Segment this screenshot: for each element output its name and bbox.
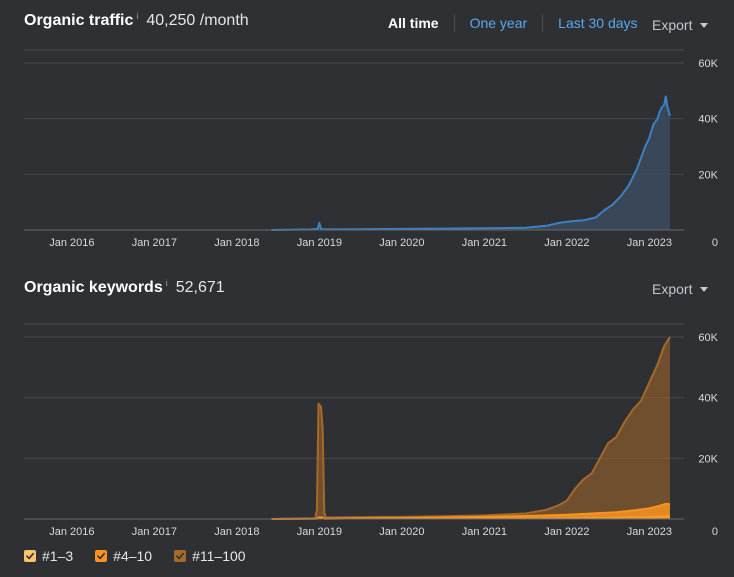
x-tick-label: Jan 2017 bbox=[132, 526, 177, 538]
legend-item-4-10[interactable]: #4–10 bbox=[95, 548, 152, 564]
y-tick-label: 60K bbox=[698, 58, 718, 70]
y-tick-label: 0 bbox=[712, 526, 718, 538]
legend-label: #4–10 bbox=[113, 548, 153, 564]
x-tick-label: Jan 2020 bbox=[379, 237, 424, 249]
legend-label: #1–3 bbox=[42, 548, 74, 564]
y-tick-label: 60K bbox=[698, 332, 718, 344]
x-tick-label: Jan 2016 bbox=[49, 237, 94, 249]
x-tick-label: Jan 2021 bbox=[462, 526, 507, 538]
x-tick-label: Jan 2018 bbox=[214, 237, 259, 249]
x-tick-label: Jan 2018 bbox=[214, 526, 259, 538]
keywords-chart: 0 20K 40K 60K Jan 2016 Jan 2017 Jan 2018 Jan 20… bbox=[24, 323, 719, 538]
x-tick-label: Jan 2019 bbox=[297, 237, 342, 249]
keywords-legend: #1–3 #4–10 #11–100 bbox=[24, 548, 268, 564]
x-tick-label: Jan 2022 bbox=[544, 237, 589, 249]
y-tick-label: 40K bbox=[698, 393, 718, 405]
x-tick-label: Jan 2021 bbox=[462, 237, 507, 249]
series-area bbox=[271, 337, 670, 519]
checkbox-checked-icon[interactable] bbox=[95, 550, 108, 562]
x-tick-label: Jan 2022 bbox=[544, 526, 589, 538]
y-tick-label: 0 bbox=[712, 237, 718, 249]
series-area bbox=[271, 96, 670, 231]
x-tick-label: Jan 2017 bbox=[132, 237, 177, 249]
x-tick-label: Jan 2023 bbox=[627, 237, 672, 249]
y-tick-label: 40K bbox=[698, 114, 718, 126]
y-tick-label: 20K bbox=[698, 169, 718, 181]
legend-item-top3[interactable]: #1–3 bbox=[24, 548, 73, 564]
x-tick-label: Jan 2020 bbox=[379, 526, 424, 538]
legend-label: #11–100 bbox=[192, 548, 246, 564]
traffic-chart: 0 20K 40K 60K Jan 2016 Jan 2017 Jan 2018 Jan 20… bbox=[24, 49, 719, 249]
y-tick-label: 20K bbox=[698, 453, 718, 465]
x-tick-label: Jan 2019 bbox=[297, 526, 342, 538]
x-tick-label: Jan 2023 bbox=[627, 526, 672, 538]
x-tick-label: Jan 2016 bbox=[49, 526, 94, 538]
checkbox-checked-icon[interactable] bbox=[24, 550, 36, 562]
checkbox-checked-icon[interactable] bbox=[174, 550, 187, 562]
legend-item-11-100[interactable]: #11–100 bbox=[174, 548, 246, 564]
